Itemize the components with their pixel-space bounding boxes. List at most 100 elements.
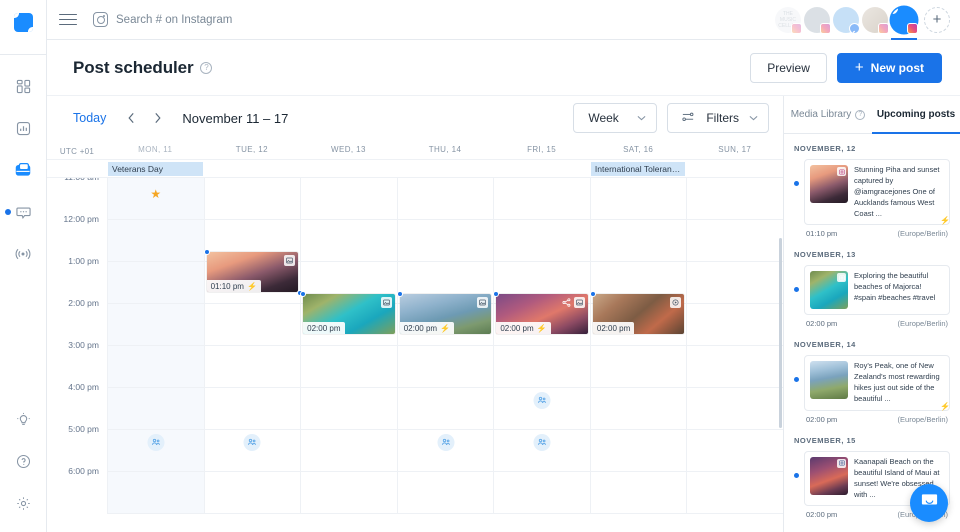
day-column-sun[interactable] [686,178,783,514]
account-avatar-4[interactable] [862,6,889,34]
plus-icon: + [854,59,864,76]
tab-upcoming-posts[interactable]: Upcoming posts [872,96,960,134]
post-card[interactable]: Exploring the beautiful beaches of Major… [804,265,950,316]
account-avatar-5[interactable] [891,6,918,40]
sidebar-item-listening[interactable] [3,233,43,275]
day-column-wed[interactable]: 02:00 pm [300,178,397,514]
sidebar-item-settings[interactable] [4,482,44,524]
calendar-scrollbar[interactable] [779,238,782,428]
selection-handle[interactable] [589,291,596,297]
all-day-cell-sun[interactable] [686,160,783,177]
day-column-thu[interactable]: 02:00 pm ⚡ [396,178,494,514]
all-day-cell-fri[interactable] [493,160,590,177]
hour-cell [301,220,397,262]
event-time: 01:10 pm [210,281,244,291]
best-time-marker[interactable] [437,434,455,451]
event-time-chip: 02:00 pm ⚡ [399,322,455,334]
day-column-sat[interactable]: 02:00 pm [589,178,687,514]
hour-cell [590,472,687,514]
share-icon[interactable] [561,297,572,308]
sidebar-item-ideas[interactable] [4,398,44,440]
upcoming-posts-list[interactable]: NOVEMBER, 12 Stunning Piha and sunset ca… [784,134,960,532]
post-thumbnail [810,271,848,310]
time-label: 12:00 pm [63,214,99,224]
all-day-cell-mon[interactable]: Veterans Day [107,160,204,177]
add-account-button[interactable]: + [924,6,950,33]
image-icon [477,297,489,308]
sidebar-item-help[interactable] [4,440,44,482]
selection-handle[interactable] [396,291,403,297]
calendar-event-card[interactable]: 02:00 pm ⚡ [399,294,492,334]
day-header-tue[interactable]: TUE, 12 [204,145,301,154]
best-time-marker[interactable] [533,392,551,409]
all-day-cell-wed[interactable] [300,160,397,177]
day-header-fri[interactable]: FRI, 15 [493,145,590,154]
prev-week-button[interactable] [120,107,142,129]
hamburger-icon[interactable] [59,10,77,29]
all-day-cell-tue[interactable] [204,160,301,177]
today-button[interactable]: Today [73,111,106,125]
calendar-scroll[interactable]: 11:00 am 12:00 pm 1:00 pm 2:00 pm 3:00 p… [47,178,783,532]
day-column-fri[interactable]: 02:00 pm ⚡ [493,178,590,514]
calendar-event-card[interactable]: 02:00 pm [592,294,685,334]
next-week-button[interactable] [146,107,168,129]
list-item[interactable]: Roy's Peak, one of New Zealand's most re… [794,355,950,411]
status-dot [794,287,799,293]
question-circle-icon[interactable]: ? [200,61,213,74]
list-item[interactable]: Exploring the beautiful beaches of Major… [794,265,950,316]
holiday-international-tolerance[interactable]: International Tolerance... [590,162,686,176]
best-time-marker[interactable] [533,434,551,451]
sidebar-item-analytics[interactable] [3,107,43,149]
post-card[interactable]: Roy's Peak, one of New Zealand's most re… [804,355,950,411]
search-input[interactable]: Search # on Instagram [93,12,775,27]
calendar-event-card[interactable]: 01:10 pm ⚡ [206,252,299,292]
day-header-wed[interactable]: WED, 13 [300,145,397,154]
app-logo[interactable] [13,13,33,32]
search-placeholder: Search # on Instagram [116,13,233,26]
day-column-mon[interactable]: ★ [107,178,204,514]
preview-button[interactable]: Preview [750,52,827,83]
hour-cell [204,472,301,514]
image-icon [284,255,296,266]
calendar-controls: Week Filters [573,103,769,133]
all-day-cell-thu[interactable] [397,160,494,177]
hour-cell [687,472,783,514]
chat-widget-button[interactable] [910,484,948,522]
best-time-marker[interactable] [147,434,165,451]
time-label: 1:00 pm [68,256,99,266]
hour-cell [301,388,397,430]
day-column-tue[interactable]: 01:10 pm ⚡ [203,178,304,514]
post-time: 01:10 pm [806,229,838,239]
filters-select[interactable]: Filters [667,103,769,133]
sidebar-item-publishing[interactable] [3,149,43,191]
calendar-area: Today November 11 – 17 Week Filters UTC … [47,96,783,532]
hour-cell [590,346,687,388]
new-post-button[interactable]: + New post [836,52,942,83]
sidebar-item-inbox[interactable] [3,191,43,233]
day-header-thu[interactable]: THU, 14 [397,145,494,154]
calendar-event-card[interactable]: 02:00 pm ⚡ [496,294,588,334]
best-time-marker[interactable] [243,434,261,451]
post-card[interactable]: Stunning Piha and sunset captured by @ia… [804,159,950,226]
sidebar-item-dashboard[interactable] [3,65,43,107]
holiday-veterans-day[interactable]: Veterans Day [108,162,203,176]
hour-cell [108,304,204,346]
all-day-gutter [47,160,107,177]
page-title-wrap: Post scheduler ? [73,58,213,78]
day-header-mon[interactable]: MON, 11 [107,145,204,154]
tab-media-library[interactable]: Media Library ? [784,96,872,133]
day-header-sun[interactable]: SUN, 17 [686,145,783,154]
calendar-event-card[interactable]: 02:00 pm [303,294,395,334]
time-label: 11:00 am [64,178,99,182]
event-time-chip: 02:00 pm [592,322,635,334]
all-day-cell-sat[interactable]: International Tolerance... [590,160,687,177]
account-avatar-1[interactable]: THE MUSIC CELLAR [775,6,802,34]
account-avatar-2[interactable] [804,6,831,34]
post-time: 02:00 pm [806,319,838,329]
view-select[interactable]: Week [573,103,658,133]
lightbulb-icon [16,412,31,427]
selection-handle[interactable] [203,249,210,255]
list-item[interactable]: Stunning Piha and sunset captured by @ia… [794,159,950,226]
account-avatar-3[interactable] [833,6,860,36]
day-header-sat[interactable]: SAT, 16 [590,145,687,154]
